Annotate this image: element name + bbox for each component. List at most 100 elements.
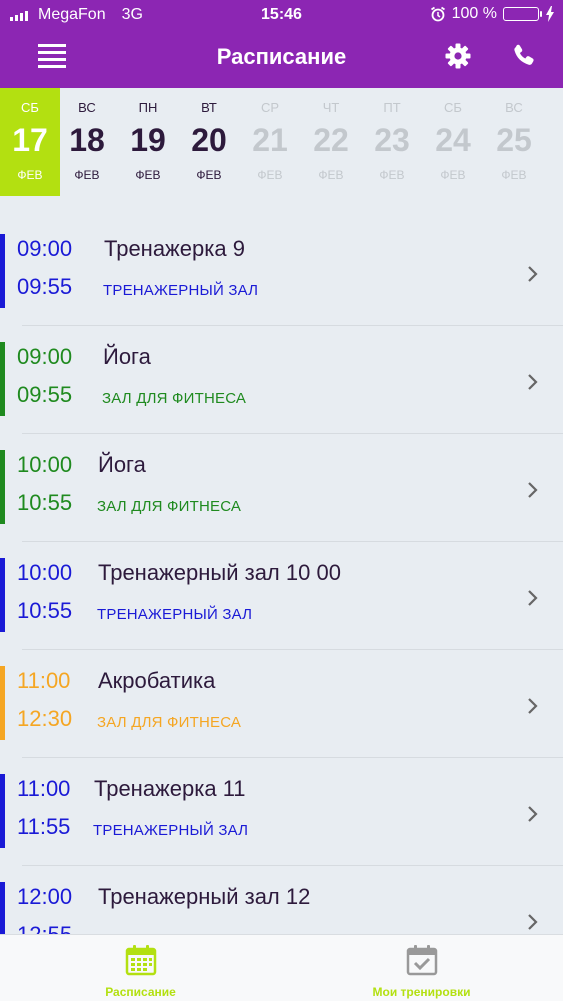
category-color-bar bbox=[0, 882, 5, 934]
date-item-20[interactable]: ВТ 20 ФЕВ bbox=[179, 88, 239, 196]
date-month: ФЕВ bbox=[379, 168, 405, 182]
date-number: 22 bbox=[313, 122, 349, 158]
class-location: ТРЕНАЖЕРНЫЙ ЗАЛ bbox=[93, 822, 249, 839]
start-time: 11:00 bbox=[17, 776, 71, 801]
date-month: ФЕВ bbox=[196, 168, 222, 182]
schedule-list: 09:00 09:55 Тренажерка 9 ТРЕНАЖЕРНЫЙ ЗАЛ 09:… bbox=[0, 196, 563, 934]
date-month: ФЕВ bbox=[440, 168, 466, 182]
date-strip: СБ 17 ФЕВ ВС 18 ФЕВ ПН 19 ФЕВ ВТ 20 ФЕВ СР 21 ФЕВ ЧТ 22 Ф… bbox=[0, 88, 563, 196]
calendar-icon bbox=[125, 945, 157, 976]
tab-schedule[interactable]: Расписание bbox=[0, 935, 281, 1001]
date-item-19[interactable]: ПН 19 ФЕВ bbox=[118, 88, 178, 196]
schedule-row[interactable]: 10:00 10:55 Тренажерный зал 10 00 ТРЕНАЖЕРН… bbox=[0, 520, 563, 632]
calendar-check-icon bbox=[406, 945, 438, 976]
tab-bar: Расписание Мои тренировки bbox=[0, 934, 563, 1001]
class-title: Тренажерка 11 bbox=[94, 776, 246, 801]
status-bar: MegaFon 3G 15:46 100 % bbox=[0, 0, 563, 30]
start-time: 11:00 bbox=[17, 668, 71, 693]
date-weekday: ЧТ bbox=[322, 100, 340, 115]
category-color-bar bbox=[0, 774, 5, 848]
date-number: 24 bbox=[435, 122, 471, 158]
class-location: ТРЕНАЖЕРНЫЙ ЗАЛ bbox=[97, 606, 253, 623]
date-number: 23 bbox=[374, 122, 410, 158]
date-weekday: ПТ bbox=[383, 100, 401, 115]
chevron-right-icon bbox=[528, 374, 538, 390]
category-color-bar bbox=[0, 558, 5, 632]
date-month: ФЕВ bbox=[257, 168, 283, 182]
end-time: 11:55 bbox=[17, 814, 71, 839]
date-number: 19 bbox=[130, 122, 166, 158]
chevron-right-icon bbox=[528, 590, 538, 606]
date-number: 21 bbox=[252, 122, 288, 158]
class-title: Тренажерка 9 bbox=[104, 236, 245, 261]
schedule-row[interactable]: 11:00 11:55 Тренажерка 11 ТРЕНАЖЕРНЫЙ ЗАЛ bbox=[0, 736, 563, 848]
date-item-23: ПТ 23 ФЕВ bbox=[362, 88, 422, 196]
schedule-row[interactable]: 09:00 09:55 Тренажерка 9 ТРЕНАЖЕРНЫЙ ЗАЛ bbox=[0, 196, 563, 308]
end-time: 09:55 bbox=[17, 382, 73, 407]
chevron-right-icon bbox=[528, 698, 538, 714]
chevron-right-icon bbox=[528, 266, 538, 282]
alarm-icon bbox=[430, 6, 445, 22]
page-title: Расписание bbox=[216, 44, 347, 69]
gear-icon bbox=[445, 43, 471, 69]
date-number: 18 bbox=[69, 122, 105, 158]
date-weekday: ВС bbox=[505, 100, 523, 115]
call-button[interactable] bbox=[510, 42, 538, 70]
charging-icon bbox=[546, 6, 554, 22]
date-number: 17 bbox=[12, 122, 48, 158]
class-location: ЗАЛ ДЛЯ ФИТНЕСА bbox=[97, 498, 242, 515]
category-color-bar bbox=[0, 450, 5, 524]
battery-percent: 100 % bbox=[451, 5, 497, 22]
date-number: 20 bbox=[191, 122, 227, 158]
date-month: ФЕВ bbox=[74, 168, 100, 182]
date-item-18[interactable]: ВС 18 ФЕВ bbox=[57, 88, 117, 196]
phone-icon bbox=[514, 44, 534, 65]
settings-button[interactable] bbox=[444, 42, 472, 70]
category-color-bar bbox=[0, 234, 5, 308]
end-time: 10:55 bbox=[17, 490, 73, 515]
date-item-17[interactable]: СБ 17 ФЕВ bbox=[0, 88, 60, 196]
date-weekday: ВТ bbox=[201, 100, 217, 115]
schedule-row[interactable]: 11:00 12:30 Акробатика ЗАЛ ДЛЯ ФИТНЕСА bbox=[0, 628, 563, 740]
date-month: ФЕВ bbox=[17, 168, 43, 182]
start-time: 09:00 bbox=[17, 344, 73, 369]
date-weekday: СР bbox=[260, 100, 280, 115]
chevron-right-icon bbox=[528, 806, 538, 822]
top-bar: MegaFon 3G 15:46 100 % Расписание bbox=[0, 0, 563, 88]
schedule-row[interactable]: 09:00 09:55 Йога ЗАЛ ДЛЯ ФИТНЕСА bbox=[0, 304, 563, 416]
date-month: ФЕВ bbox=[501, 168, 527, 182]
class-location: ЗАЛ ДЛЯ ФИТНЕСА bbox=[102, 390, 247, 407]
date-item-21: СР 21 ФЕВ bbox=[240, 88, 300, 196]
end-time: 12:30 bbox=[17, 706, 73, 731]
end-time: 10:55 bbox=[17, 598, 73, 623]
chevron-right-icon bbox=[528, 914, 538, 930]
date-month: ФЕВ bbox=[135, 168, 161, 182]
class-title: Йога bbox=[103, 344, 151, 369]
class-title: Тренажерный зал 10 00 bbox=[98, 560, 341, 585]
start-time: 10:00 bbox=[17, 452, 73, 477]
date-month: ФЕВ bbox=[318, 168, 344, 182]
date-item-24: СБ 24 ФЕВ bbox=[423, 88, 483, 196]
date-item-22: ЧТ 22 ФЕВ bbox=[301, 88, 361, 196]
tab-my-workouts-label: Мои тренировки bbox=[372, 985, 471, 999]
tab-schedule-label: Расписание bbox=[105, 985, 176, 999]
class-location: ЗАЛ ДЛЯ ФИТНЕСА bbox=[97, 714, 242, 731]
category-color-bar bbox=[0, 342, 5, 416]
start-time: 12:00 bbox=[17, 884, 73, 909]
date-item-25: ВС 25 ФЕВ bbox=[484, 88, 544, 196]
start-time: 10:00 bbox=[17, 560, 73, 585]
schedule-row[interactable]: 12:00 12:55 Тренажерный зал 12 bbox=[0, 844, 563, 934]
date-weekday: СБ bbox=[21, 100, 39, 115]
schedule-row[interactable]: 10:00 10:55 Йога ЗАЛ ДЛЯ ФИТНЕСА bbox=[0, 412, 563, 524]
tab-my-workouts[interactable]: Мои тренировки bbox=[281, 935, 562, 1001]
class-title: Тренажерный зал 12 bbox=[98, 884, 311, 909]
class-location: ТРЕНАЖЕРНЫЙ ЗАЛ bbox=[103, 282, 259, 299]
chevron-right-icon bbox=[528, 482, 538, 498]
category-color-bar bbox=[0, 666, 5, 740]
end-time: 12:55 bbox=[17, 922, 72, 934]
end-time: 09:55 bbox=[17, 274, 73, 299]
date-weekday: СБ bbox=[444, 100, 462, 115]
class-title: Акробатика bbox=[98, 668, 216, 693]
class-title: Йога bbox=[98, 452, 146, 477]
start-time: 09:00 bbox=[17, 236, 73, 261]
